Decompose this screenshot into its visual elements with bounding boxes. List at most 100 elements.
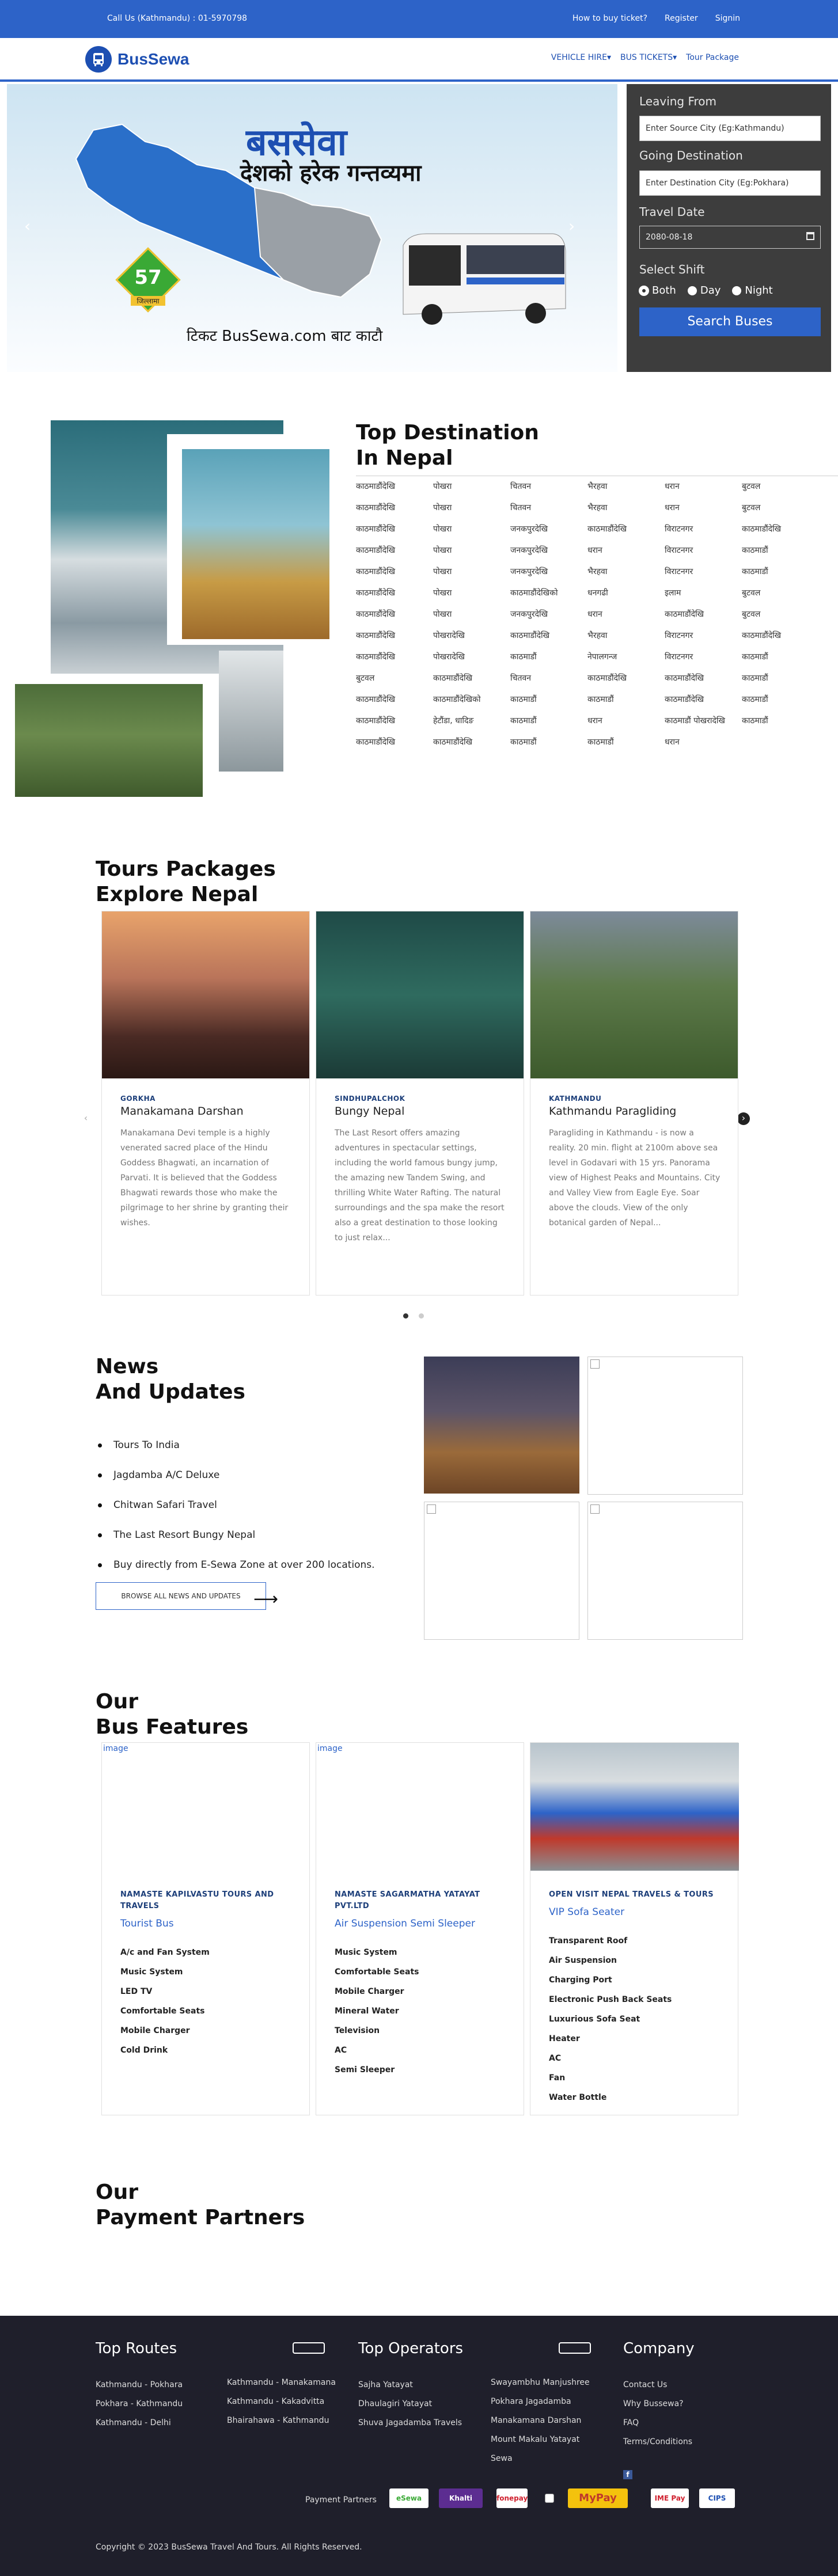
- source-city-input[interactable]: Enter Source City (Eg:Kathmandu): [639, 116, 821, 141]
- destination-link[interactable]: काठमाडौं: [510, 651, 587, 672]
- destination-link[interactable]: काठमाडौं: [742, 651, 817, 672]
- carousel-dot-2[interactable]: [419, 1313, 424, 1319]
- destination-link[interactable]: काठमाडौंदेखि: [356, 544, 433, 565]
- tours-next-arrow[interactable]: ›: [737, 1112, 750, 1125]
- destination-link[interactable]: भैरहवा: [587, 501, 665, 523]
- news-photo-bus-interior[interactable]: [424, 1357, 579, 1494]
- tour-card[interactable]: SINDHUPALCHOK Bungy Nepal The Last Resor…: [316, 911, 524, 1295]
- destination-link[interactable]: काठमाडौंदेखि: [665, 672, 742, 693]
- destination-link[interactable]: धरान: [587, 715, 665, 736]
- footer-operator-link[interactable]: Shuva Jagadamba Travels: [358, 2418, 462, 2437]
- footer-company-link[interactable]: Why Bussewa?: [623, 2399, 692, 2418]
- destination-link[interactable]: काठमाडौं पोखरादेखि: [665, 715, 742, 736]
- feature-card[interactable]: OPEN VISIT NEPAL TRAVELS & TOURS VIP Sof…: [530, 1742, 739, 2115]
- destination-link[interactable]: पोखरादेखि: [433, 629, 510, 651]
- feature-card[interactable]: image NAMASTE SAGARMATHA YATAYAT PVT.LTD…: [316, 1742, 524, 2115]
- footer-route-link[interactable]: Bhairahawa - Kathmandu: [227, 2416, 336, 2435]
- destination-link[interactable]: काठमाडौंदेखि: [356, 715, 433, 736]
- destination-link[interactable]: विराटनगर: [665, 565, 742, 587]
- destination-link[interactable]: काठमाडौं: [742, 565, 817, 587]
- destination-link[interactable]: चितवन: [510, 480, 587, 501]
- destination-link[interactable]: पोखरा: [433, 523, 510, 544]
- news-item[interactable]: Buy directly from E-Sewa Zone at over 20…: [98, 1550, 375, 1580]
- news-broken-image[interactable]: [424, 1502, 579, 1640]
- destination-link[interactable]: धरान: [587, 544, 665, 565]
- destination-link[interactable]: विराटनगर: [665, 651, 742, 672]
- destination-link[interactable]: पोखरा: [433, 501, 510, 523]
- destination-link[interactable]: काठमाडौं: [742, 544, 817, 565]
- destination-link[interactable]: बुटवल: [356, 672, 433, 693]
- footer-company-link[interactable]: Terms/Conditions: [623, 2437, 692, 2456]
- destination-link[interactable]: काठमाडौंदेखि: [356, 587, 433, 608]
- destination-link[interactable]: जनकपुरदेखि: [510, 565, 587, 587]
- destination-link[interactable]: धरान: [665, 501, 742, 523]
- hero-prev-arrow[interactable]: ‹: [24, 216, 31, 235]
- news-broken-image[interactable]: [587, 1357, 743, 1495]
- destination-link[interactable]: भैरहवा: [587, 629, 665, 651]
- destination-link[interactable]: काठमाडौंदेखि: [510, 629, 587, 651]
- footer-operator-link[interactable]: Pokhara Jagadamba: [491, 2397, 590, 2416]
- destination-link[interactable]: काठमाडौंदेखि: [587, 523, 665, 544]
- destination-link[interactable]: जनकपुरदेखि: [510, 523, 587, 544]
- destination-link[interactable]: काठमाडौंदेखि: [356, 480, 433, 501]
- destination-link[interactable]: पोखरा: [433, 565, 510, 587]
- destination-link[interactable]: चितवन: [510, 501, 587, 523]
- footer-route-link[interactable]: Kathmandu - Manakamana: [227, 2378, 336, 2397]
- destination-link[interactable]: काठमाडौं: [510, 693, 587, 715]
- shift-day-radio[interactable]: Day: [687, 284, 721, 297]
- destination-link[interactable]: हेटौंडा, धादिङ: [433, 715, 510, 736]
- footer-operator-link[interactable]: Manakamana Darshan: [491, 2416, 590, 2435]
- calendar-icon[interactable]: [806, 232, 814, 240]
- news-item[interactable]: Chitwan Safari Travel: [98, 1490, 375, 1520]
- destination-link[interactable]: काठमाडौंदेखि: [356, 693, 433, 715]
- shift-night-radio[interactable]: Night: [732, 284, 773, 297]
- destination-link[interactable]: जनकपुरदेखि: [510, 544, 587, 565]
- destination-link[interactable]: पोखरा: [433, 480, 510, 501]
- nav-bus-tickets[interactable]: BUS TICKETS▾: [620, 53, 677, 62]
- tour-card[interactable]: KATHMANDU Kathmandu Paragliding Paraglid…: [530, 911, 738, 1295]
- destination-link[interactable]: काठमाडौं: [742, 672, 817, 693]
- destination-link[interactable]: विराटनगर: [665, 629, 742, 651]
- destination-link[interactable]: बुटवल: [742, 587, 817, 608]
- destination-link[interactable]: धरान: [665, 736, 742, 757]
- destination-link[interactable]: धनगढी: [587, 587, 665, 608]
- footer-operator-link[interactable]: Sajha Yatayat: [358, 2380, 462, 2399]
- destination-link[interactable]: काठमाडौंदेखि: [742, 629, 817, 651]
- footer-route-link[interactable]: Kathmandu - Delhi: [96, 2418, 183, 2437]
- destination-link[interactable]: भैरहवा: [587, 480, 665, 501]
- destination-link[interactable]: काठमाडौं: [587, 693, 665, 715]
- destination-link[interactable]: काठमाडौंदेखि: [433, 736, 510, 757]
- footer-operator-link[interactable]: Sewa: [491, 2454, 590, 2473]
- news-item[interactable]: Tours To India: [98, 1430, 375, 1460]
- tours-prev-arrow[interactable]: ‹: [79, 1112, 92, 1125]
- destination-link[interactable]: इलाम: [665, 587, 742, 608]
- shift-both-radio[interactable]: Both: [639, 284, 676, 297]
- how-to-buy-link[interactable]: How to buy ticket?: [572, 14, 647, 23]
- browse-news-button[interactable]: BROWSE ALL NEWS AND UPDATES: [96, 1582, 266, 1610]
- destination-link[interactable]: बुटवल: [742, 501, 817, 523]
- tour-card[interactable]: GORKHA Manakamana Darshan Manakamana Dev…: [101, 911, 310, 1295]
- destination-link[interactable]: धरान: [587, 608, 665, 629]
- news-item[interactable]: Jagdamba A/C Deluxe: [98, 1460, 375, 1490]
- destination-link[interactable]: भैरहवा: [587, 565, 665, 587]
- destination-link[interactable]: बुटवल: [742, 480, 817, 501]
- footer-company-link[interactable]: FAQ: [623, 2418, 692, 2437]
- destination-link[interactable]: काठमाडौंदेखि: [665, 608, 742, 629]
- destination-link[interactable]: काठमाडौंदेखि: [742, 523, 817, 544]
- news-item[interactable]: The Last Resort Bungy Nepal: [98, 1520, 375, 1550]
- carousel-dot-1[interactable]: [403, 1313, 408, 1319]
- destination-link[interactable]: काठमाडौंदेखि: [356, 523, 433, 544]
- footer-operator-link[interactable]: Swayambhu Manjushree: [491, 2378, 590, 2397]
- destination-link[interactable]: विराटनगर: [665, 544, 742, 565]
- destination-link[interactable]: विराटनगर: [665, 523, 742, 544]
- signin-link[interactable]: Signin: [715, 14, 740, 23]
- search-buses-button[interactable]: Search Buses: [639, 307, 821, 336]
- destination-link[interactable]: पोखरा: [433, 608, 510, 629]
- news-broken-image[interactable]: [587, 1502, 743, 1640]
- destination-link[interactable]: काठमाडौंदेखि: [587, 672, 665, 693]
- destination-link[interactable]: काठमाडौंदेखि: [665, 693, 742, 715]
- destination-link[interactable]: चितवन: [510, 672, 587, 693]
- destination-link[interactable]: काठमाडौं: [510, 736, 587, 757]
- destination-link[interactable]: काठमाडौंदेखि: [356, 501, 433, 523]
- travel-date-input[interactable]: 2080-08-18: [639, 226, 821, 249]
